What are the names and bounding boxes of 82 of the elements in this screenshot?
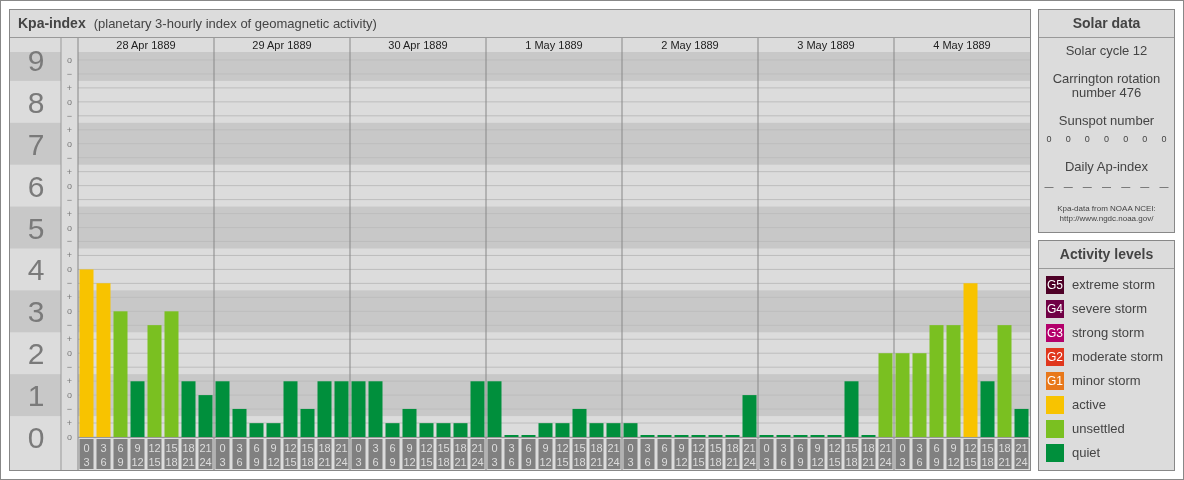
ap-index-value: — — [1082, 181, 1092, 194]
kp-level-label: 5 — [27, 211, 45, 245]
date-label: 30 Apr 1889 — [388, 39, 448, 51]
kp-level-label: 7 — [27, 127, 45, 161]
sub-level-mark: + — [66, 376, 73, 387]
ap-index-value: — — [1044, 181, 1054, 194]
chart-subtitle: (planetary 3-hourly index of geomagnetic activity) — [93, 14, 377, 33]
level-label: extreme storm — [1072, 276, 1156, 295]
level-swatch: G3 — [1046, 324, 1064, 342]
data-source-url[interactable]: http://www.ngdc.noaa.gov/ — [1059, 214, 1154, 224]
level-label: moderate storm — [1072, 348, 1164, 367]
date-label: 2 May 1889 — [661, 39, 719, 51]
sub-level-mark: − — [66, 68, 73, 79]
date-label: 1 May 1889 — [525, 39, 583, 51]
level-label: strong storm — [1072, 324, 1145, 343]
level-label: quiet — [1072, 444, 1101, 463]
sunspot-value: 0 — [1161, 133, 1167, 146]
date-label: 4 May 1889 — [933, 39, 991, 51]
level-label: minor storm — [1072, 372, 1141, 391]
sub-level-mark: o — [67, 54, 72, 65]
ap-index-value: — — [1063, 181, 1073, 194]
sub-level-mark: + — [66, 208, 73, 219]
sunspot-value: 0 — [1084, 133, 1090, 146]
sub-level-mark: o — [67, 306, 72, 317]
sub-level-mark: o — [67, 96, 72, 107]
date-label: 3 May 1889 — [797, 39, 855, 51]
kp-level-label: 6 — [27, 169, 45, 203]
solar-cycle-text: Solar cycle 12 — [1065, 44, 1148, 58]
ap-index-label: Daily Ap-index — [1064, 160, 1149, 174]
sub-level-mark: o — [67, 180, 72, 191]
carrington-rotation-text: Carrington rotation number 476 — [1051, 72, 1162, 100]
ap-index-value: — — [1159, 181, 1169, 194]
sunspot-value: 0 — [1123, 133, 1129, 146]
sub-level-mark: + — [66, 334, 73, 345]
sub-level-mark: − — [66, 194, 73, 205]
sub-level-mark: − — [66, 110, 73, 121]
sub-level-mark: o — [67, 432, 72, 442]
sub-level-mark: o — [67, 390, 72, 401]
sunspot-value: 0 — [1046, 133, 1052, 146]
sub-level-mark: − — [66, 320, 73, 331]
sunspot-value: 0 — [1065, 133, 1071, 146]
level-label: active — [1072, 396, 1106, 415]
kp-level-label: 0 — [27, 421, 45, 454]
kp-level-label: 9 — [27, 43, 45, 77]
sunspot-value: 0 — [1142, 133, 1148, 146]
kp-level-label: 3 — [27, 295, 45, 329]
ap-index-value: — — [1140, 181, 1150, 194]
level-swatch: G4 — [1046, 300, 1064, 318]
sub-level-mark: o — [67, 264, 72, 275]
sub-level-mark: + — [66, 292, 73, 303]
level-swatch: G1 — [1046, 372, 1064, 390]
sub-level-mark: o — [67, 138, 72, 149]
ap-index-value: — — [1121, 181, 1131, 194]
panel-title: Solar data — [1072, 14, 1141, 33]
panel-title: Activity levels — [1059, 245, 1154, 264]
level-swatch: G2 — [1046, 348, 1064, 366]
level-swatch: G5 — [1046, 276, 1064, 294]
sub-level-mark: + — [66, 82, 73, 93]
sub-level-mark: + — [66, 124, 73, 135]
sunspot-value: 0 — [1103, 133, 1109, 146]
ap-index-value: — — [1101, 181, 1111, 194]
sub-level-mark: − — [66, 236, 73, 247]
chart-title: Kpa-index — [18, 14, 86, 33]
sub-level-mark: − — [66, 278, 73, 289]
sub-level-mark: o — [67, 222, 72, 233]
date-label: 29 Apr 1889 — [252, 39, 312, 51]
kp-level-label: 2 — [27, 337, 45, 371]
sub-level-mark: − — [66, 404, 73, 415]
sub-level-mark: + — [66, 166, 73, 177]
kp-level-label: 4 — [27, 253, 45, 287]
level-label: unsettled — [1072, 420, 1125, 439]
kp-level-label: 8 — [27, 85, 45, 119]
sub-level-mark: − — [66, 362, 73, 373]
kp-level-label: 1 — [27, 379, 45, 413]
sunspot-label: Sunspot number — [1058, 114, 1155, 128]
sub-level-mark: o — [67, 348, 72, 359]
sub-level-mark: + — [66, 418, 73, 429]
sub-level-mark: + — [66, 250, 73, 261]
sub-level-mark: − — [66, 152, 73, 163]
date-label: 28 Apr 1889 — [116, 39, 176, 51]
data-source-text: Kpa-data from NOAA NCEI: — [1057, 204, 1156, 214]
level-label: severe storm — [1072, 300, 1148, 319]
